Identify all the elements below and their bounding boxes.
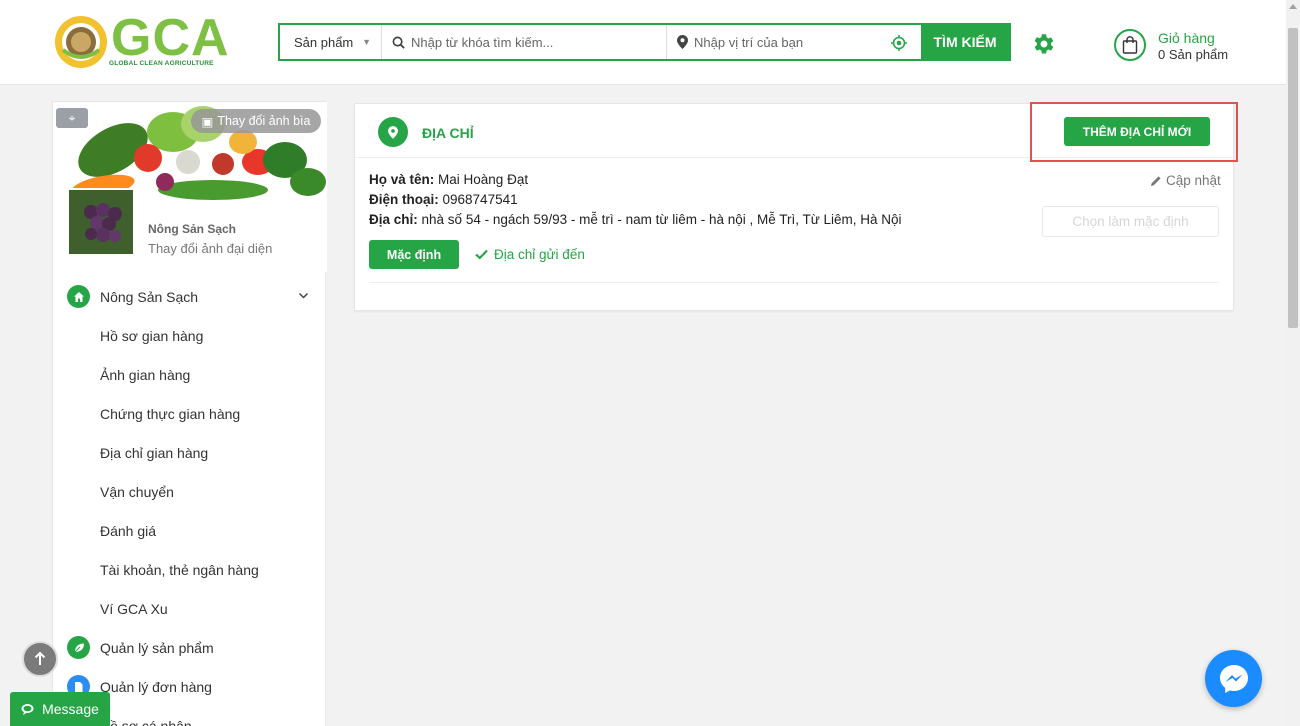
logo-emblem-icon <box>55 16 107 68</box>
messenger-chat-button[interactable] <box>1205 650 1262 707</box>
message-button[interactable]: Message <box>10 692 110 726</box>
search-icon <box>392 36 405 49</box>
page-title: ĐỊA CHỈ <box>422 125 474 141</box>
search-input[interactable]: Nhập từ khóa tìm kiếm... <box>382 25 667 59</box>
sidebar-section-product-management[interactable]: Quản lý sản phẩm <box>53 628 327 667</box>
sidebar-section-label: Hồ sơ cá nhân <box>100 717 192 726</box>
address-row: Địa chỉ: nhà số 54 - ngách 59/93 - mễ tr… <box>369 210 902 230</box>
shop-name: Nông Sản Sạch <box>148 222 237 236</box>
leaf-icon <box>67 636 90 659</box>
sidebar-item-shop-photos[interactable]: Ảnh gian hàng <box>53 355 327 394</box>
search-placeholder: Nhập từ khóa tìm kiếm... <box>411 34 554 50</box>
divider <box>369 282 1219 283</box>
chevron-down-icon: ▼ <box>362 37 371 47</box>
address-card: Họ và tên: Mai Hoàng Đạt Điện thoại: 096… <box>369 170 902 230</box>
cover-image: ⌖ ▣ Thay đổi ảnh bìa Nông Sản Sạch Thay … <box>53 102 327 272</box>
home-icon <box>67 285 90 308</box>
pencil-icon <box>1151 175 1161 186</box>
cart-title[interactable]: Giỏ hàng <box>1158 30 1215 46</box>
search-bar: Sản phẩm ▼ Nhập từ khóa tìm kiếm... Nhập… <box>278 23 1011 61</box>
change-avatar-link[interactable]: Thay đổi ảnh đại diện <box>148 241 272 256</box>
message-label: Message <box>42 701 99 717</box>
address-panel-header: ĐỊA CHỈ THÊM ĐỊA CHỈ MỚI <box>355 102 1238 162</box>
grapes-avatar-image <box>69 190 133 254</box>
logo[interactable]: GCA GLOBAL CLEAN AGRICULTURE <box>53 9 229 72</box>
avatar[interactable] <box>67 188 135 256</box>
phone-label: Điện thoại: <box>369 192 439 207</box>
location-pin-icon <box>378 117 408 147</box>
chevron-down-icon[interactable] <box>298 290 309 301</box>
sidebar-item-shop-verification[interactable]: Chứng thực gian hàng <box>53 394 327 433</box>
arrow-up-icon <box>34 652 46 665</box>
sidebar-section-label: Quản lý sản phẩm <box>100 639 214 656</box>
check-icon <box>475 249 488 260</box>
messenger-icon <box>1219 664 1248 693</box>
sidebar-item-reviews[interactable]: Đánh giá <box>53 511 327 550</box>
sidebar-item-shipping[interactable]: Vận chuyển <box>53 472 327 511</box>
add-new-address-button[interactable]: THÊM ĐỊA CHỈ MỚI <box>1064 117 1210 146</box>
search-category-value: Sản phẩm <box>294 34 354 50</box>
crop-icon[interactable]: ⌖ <box>56 108 88 128</box>
sidebar-section-label: Quản lý đơn hàng <box>100 678 212 695</box>
search-category-select[interactable]: Sản phẩm ▼ <box>280 25 382 59</box>
cart-icon[interactable] <box>1114 29 1146 61</box>
name-value: Mai Hoàng Đạt <box>438 172 529 187</box>
logo-text: GCA <box>111 9 230 67</box>
default-badge: Mặc định <box>369 240 459 269</box>
address-value: nhà số 54 - ngách 59/93 - mễ trì - nam t… <box>421 212 902 227</box>
phone-row: Điện thoại: 0968747541 <box>369 190 902 210</box>
update-label: Cập nhật <box>1166 173 1221 188</box>
sidebar-item-gca-wallet[interactable]: Ví GCA Xu <box>53 589 327 628</box>
sidebar-item-shop-profile[interactable]: Hồ sơ gian hàng <box>53 316 327 355</box>
sidebar-item-shop-address[interactable]: Địa chỉ gian hàng <box>53 433 327 472</box>
sidebar-section-nong-san-sach[interactable]: Nông Sản Sạch <box>53 277 327 316</box>
change-cover-label: Thay đổi ảnh bìa <box>217 114 311 128</box>
back-to-top-button[interactable] <box>22 641 58 677</box>
cart-count: 0 Sản phẩm <box>1158 47 1229 62</box>
address-label: Địa chỉ: <box>369 212 418 227</box>
sidebar-item-bank-accounts[interactable]: Tài khoản, thẻ ngân hàng <box>53 550 327 589</box>
address-panel: ĐỊA CHỈ THÊM ĐỊA CHỈ MỚI Họ và tên: Mai … <box>354 102 1238 311</box>
site-header: GCA GLOBAL CLEAN AGRICULTURE Sản phẩm ▼ … <box>0 0 1286 85</box>
locate-target-icon[interactable] <box>891 35 907 51</box>
gear-icon[interactable] <box>1030 31 1056 57</box>
recipient-name-row: Họ và tên: Mai Hoàng Đạt <box>369 170 902 190</box>
camera-icon: ▣ <box>201 114 214 129</box>
scroll-up-arrow-icon[interactable] <box>1289 4 1297 9</box>
chat-bubble-icon <box>21 703 34 715</box>
set-default-button[interactable]: Chọn làm mặc định <box>1042 206 1219 237</box>
location-input[interactable]: Nhập vị trí của bạn <box>667 25 921 59</box>
search-button[interactable]: TÌM KIẾM <box>921 25 1009 59</box>
phone-value: 0968747541 <box>442 192 518 207</box>
location-placeholder: Nhập vị trí của bạn <box>694 34 804 50</box>
scroll-thumb[interactable] <box>1288 28 1298 328</box>
shop-sidebar: ⌖ ▣ Thay đổi ảnh bìa Nông Sản Sạch Thay … <box>52 101 327 726</box>
sidebar-menu: Nông Sản Sạch Hồ sơ gian hàng Ảnh gian h… <box>53 277 327 726</box>
shopping-bag-icon <box>1122 36 1138 54</box>
update-address-link[interactable]: Cập nhật <box>1150 173 1221 188</box>
sidebar-section-label: Nông Sản Sạch <box>100 288 199 305</box>
ship-to-status: Địa chỉ gửi đến <box>475 247 585 262</box>
change-cover-button[interactable]: ▣ Thay đổi ảnh bìa <box>191 109 321 133</box>
map-pin-icon <box>677 35 688 49</box>
ship-to-label: Địa chỉ gửi đến <box>494 247 585 262</box>
page-scrollbar[interactable] <box>1286 0 1300 726</box>
logo-subtitle: GLOBAL CLEAN AGRICULTURE <box>109 60 214 67</box>
name-label: Họ và tên: <box>369 172 435 187</box>
